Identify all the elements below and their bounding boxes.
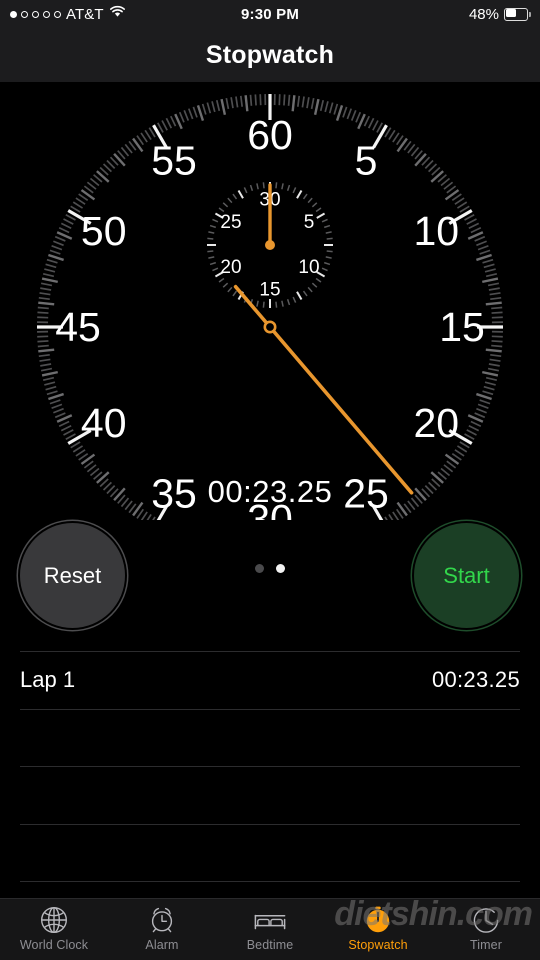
page-dot[interactable] (255, 564, 264, 573)
svg-text:20: 20 (413, 400, 459, 446)
nav-bar: Stopwatch (0, 28, 540, 82)
tab-label: Stopwatch (348, 938, 408, 952)
timer-icon (471, 904, 501, 935)
bed-icon (253, 904, 287, 935)
svg-text:45: 45 (55, 304, 101, 350)
elapsed-time-readout: 00:23.25 (207, 474, 333, 509)
svg-text:25: 25 (220, 212, 241, 233)
status-bar-clock: 9:30 PM (240, 5, 300, 23)
tab-label: Alarm (145, 938, 179, 952)
tab-label: Bedtime (246, 938, 294, 952)
tab-bedtime[interactable]: Bedtime (216, 904, 324, 952)
stopwatch-dial[interactable]: 6051015202530354045505530510152025 00:23… (0, 82, 540, 520)
svg-text:55: 55 (151, 138, 197, 184)
lap-list: Lap 1 00:23.25 (0, 651, 540, 894)
list-separator (20, 708, 520, 710)
stopwatch-icon (363, 904, 393, 935)
tab-label: Timer (470, 938, 502, 952)
globe-icon (39, 904, 69, 935)
list-separator (20, 823, 520, 825)
battery-percent-label: 48% (468, 5, 499, 23)
lap-time: 00:23.25 (431, 666, 520, 692)
list-separator (20, 766, 520, 767)
tab-timer[interactable]: Timer (432, 904, 540, 952)
svg-text:10: 10 (413, 208, 459, 254)
svg-text:5: 5 (355, 138, 378, 184)
page-dot[interactable] (276, 564, 285, 573)
status-bar-right: 48% (469, 6, 531, 23)
start-button[interactable]: Start (414, 523, 519, 628)
tab-alarm[interactable]: Alarm (108, 904, 216, 952)
reset-button[interactable]: Reset (20, 523, 125, 628)
page-title: Stopwatch (205, 40, 335, 69)
svg-text:5: 5 (304, 212, 315, 233)
tab-stopwatch[interactable]: Stopwatch (324, 904, 432, 952)
tab-bar: World Clock Alarm Bedtime Stopwatch Timer (0, 898, 540, 960)
status-bar: AT&T 9:30 PM 48% (0, 0, 540, 28)
svg-text:50: 50 (81, 208, 127, 254)
list-separator (20, 881, 520, 882)
svg-text:10: 10 (298, 257, 319, 278)
tab-label: World Clock (19, 938, 89, 952)
svg-text:15: 15 (439, 304, 485, 350)
svg-text:20: 20 (220, 257, 241, 278)
lap-row: Lap 1 00:23.25 (20, 651, 520, 708)
battery-icon (504, 7, 531, 21)
alarm-clock-icon (147, 904, 177, 935)
controls-row: Reset Start (0, 520, 540, 630)
tab-world-clock[interactable]: World Clock (0, 904, 108, 952)
dial-graphics: 6051015202530354045505530510152025 (37, 94, 503, 520)
svg-text:60: 60 (247, 112, 293, 158)
page-indicator[interactable] (0, 564, 540, 573)
svg-text:40: 40 (81, 400, 127, 446)
lap-name: Lap 1 (20, 666, 76, 692)
svg-text:15: 15 (259, 280, 280, 301)
